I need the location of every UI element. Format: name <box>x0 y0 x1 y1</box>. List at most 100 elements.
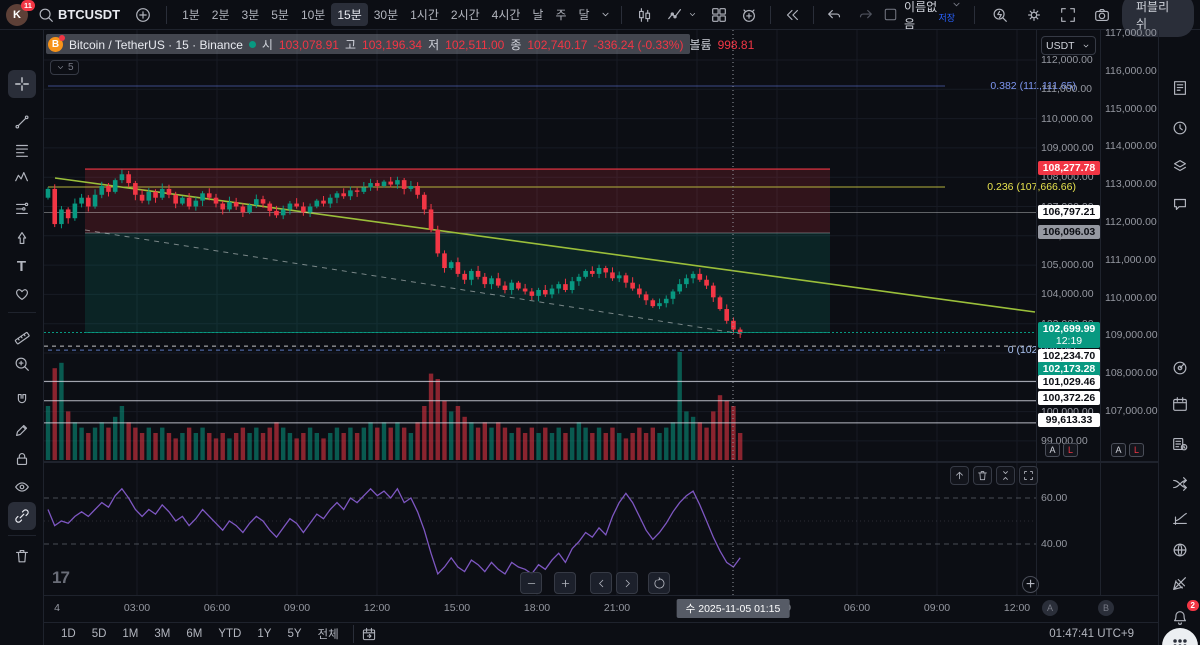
maximize-pane-button[interactable] <box>1019 466 1038 485</box>
calendar-panel-button[interactable] <box>1166 390 1194 418</box>
range-button-3M[interactable]: 3M <box>147 626 177 642</box>
interval-button-4시간[interactable]: 4시간 <box>486 3 527 26</box>
high-label: 고 <box>344 38 357 52</box>
goto-date-button[interactable] <box>361 626 377 642</box>
time-tick: 03:00 <box>123 602 151 614</box>
range-button-5Y[interactable]: 5Y <box>280 626 308 642</box>
interval-button-3분[interactable]: 3분 <box>236 3 266 26</box>
time-axis[interactable]: 403:0006:0009:0012:0015:0018:0021:00006:… <box>44 595 1158 622</box>
range-button-전체[interactable]: 전체 <box>311 624 346 644</box>
range-button-YTD[interactable]: YTD <box>211 626 248 642</box>
range-button-6M[interactable]: 6M <box>179 626 209 642</box>
hotlists-web-panel-button[interactable] <box>1166 570 1194 598</box>
crosshair-tool[interactable] <box>7 70 36 98</box>
log-scale-button[interactable]: L <box>1129 443 1144 457</box>
reset-chart-button[interactable] <box>648 572 670 594</box>
layout-grid-button[interactable] <box>705 4 733 26</box>
trash-tool[interactable] <box>8 542 36 570</box>
range-button-5D[interactable]: 5D <box>85 626 114 642</box>
interval-button-10분[interactable]: 10분 <box>295 3 331 26</box>
emoji-heart-tool[interactable] <box>8 280 36 308</box>
chart-legend[interactable]: B Bitcoin / TetherUS · 15 · Binance 시 10… <box>48 35 754 53</box>
indicator-collapse-button[interactable]: 5 <box>50 60 79 75</box>
layout-checkbox[interactable] <box>883 7 898 22</box>
auto-scale-button[interactable]: A <box>1045 443 1060 457</box>
chart-canvas[interactable] <box>44 30 1036 595</box>
undo-button[interactable] <box>821 4 849 26</box>
zoom-in-tool[interactable] <box>8 350 36 378</box>
candles-button[interactable] <box>631 4 659 26</box>
range-button-1Y[interactable]: 1Y <box>250 626 278 642</box>
tradingview-logo[interactable]: 17 <box>52 568 70 588</box>
scroll-left-button[interactable] <box>590 572 612 594</box>
lock-all-tool[interactable] <box>8 445 36 473</box>
zoom-out-button[interactable] <box>520 572 542 594</box>
quick-search-button[interactable] <box>986 4 1014 26</box>
price-axis-inner[interactable]: USDT 112,000.00 111,000.00 110,000.00 109,00… <box>1036 30 1100 595</box>
range-button-1D[interactable]: 1D <box>54 626 83 642</box>
delete-pane-button[interactable] <box>973 466 992 485</box>
interval-button-30분[interactable]: 30분 <box>368 3 404 26</box>
zoom-in-button[interactable] <box>554 572 576 594</box>
replay-button[interactable] <box>778 4 806 26</box>
range-button-1M[interactable]: 1M <box>115 626 145 642</box>
interval-button-15분[interactable]: 15분 <box>331 3 368 26</box>
auto-scale-button[interactable]: A <box>1111 443 1126 457</box>
add-pane-button[interactable]: + <box>1022 576 1039 593</box>
trend-line-tool[interactable] <box>8 108 36 136</box>
symbol-search-button[interactable]: BTCUSDT <box>32 4 125 26</box>
interval-button-달[interactable]: 달 <box>573 3 596 26</box>
interval-button-2분[interactable]: 2분 <box>206 3 236 26</box>
compare-add-button[interactable] <box>129 4 157 26</box>
link-tool[interactable] <box>7 502 36 530</box>
text-tool[interactable]: T <box>8 252 36 280</box>
news-panel-button[interactable] <box>1166 430 1194 458</box>
drawing-lock-tool[interactable] <box>8 416 36 444</box>
indicators-button[interactable] <box>661 4 703 26</box>
save-status[interactable]: 저장 <box>938 11 955 24</box>
interval-button-2시간[interactable]: 2시간 <box>445 3 486 26</box>
pattern-tool[interactable] <box>8 164 36 192</box>
market-status-icon <box>248 41 256 48</box>
watchlist-panel-button[interactable] <box>1166 74 1194 102</box>
layout-name-button[interactable]: 이름없음 저장 <box>904 0 963 32</box>
forecast-tool[interactable] <box>8 194 36 222</box>
ideas-target-panel-button[interactable] <box>1166 354 1194 382</box>
object-tree-panel-button[interactable] <box>1166 152 1194 180</box>
user-avatar[interactable]: K 11 <box>6 0 35 26</box>
move-pane-up-button[interactable] <box>950 466 969 485</box>
ruler-tool[interactable] <box>8 322 36 350</box>
interval-button-5분[interactable]: 5분 <box>265 3 295 26</box>
chevron-down-icon[interactable] <box>599 8 612 21</box>
interval-button-1시간[interactable]: 1시간 <box>404 3 445 26</box>
curves-panel-button[interactable] <box>1166 504 1194 532</box>
split-arrows-panel-button[interactable] <box>1166 470 1194 498</box>
alerts-panel-button[interactable] <box>1166 114 1194 142</box>
magnet-tool[interactable] <box>8 386 36 414</box>
toolbar-separator <box>166 5 168 24</box>
hide-all-tool[interactable] <box>8 473 36 501</box>
pane-separator[interactable] <box>44 461 1158 463</box>
price-scale-marker-A[interactable]: A <box>1042 600 1058 616</box>
chat-panel-button[interactable] <box>1166 190 1194 218</box>
settings-button[interactable] <box>1020 4 1048 26</box>
price-tick: 107,000.00 <box>1105 405 1158 417</box>
fib-retracement-tool[interactable] <box>8 136 36 164</box>
interval-button-1분[interactable]: 1분 <box>176 3 206 26</box>
price-scale-marker-B[interactable]: B <box>1098 600 1114 616</box>
log-scale-button[interactable]: L <box>1063 443 1078 457</box>
arrow-up-tool[interactable] <box>8 224 36 252</box>
globe-panel-button[interactable] <box>1166 536 1194 564</box>
fullscreen-button[interactable] <box>1054 4 1082 26</box>
snapshot-button[interactable] <box>1088 4 1116 26</box>
bitcoin-icon: B <box>48 35 65 52</box>
price-axis-outer[interactable]: 117,000.00 116,000.00 115,000.00 114,000.00… <box>1100 27 1158 595</box>
interval-button-날[interactable]: 날 <box>526 3 549 26</box>
clock[interactable]: 01:47:41 UTC+9 <box>1049 628 1148 640</box>
alarm-button[interactable] <box>735 4 763 26</box>
redo-button[interactable] <box>851 4 879 26</box>
scroll-right-button[interactable] <box>616 572 638 594</box>
collapse-pane-button[interactable] <box>996 466 1015 485</box>
unit-dropdown[interactable]: USDT <box>1041 36 1096 55</box>
interval-button-주[interactable]: 주 <box>549 3 572 26</box>
